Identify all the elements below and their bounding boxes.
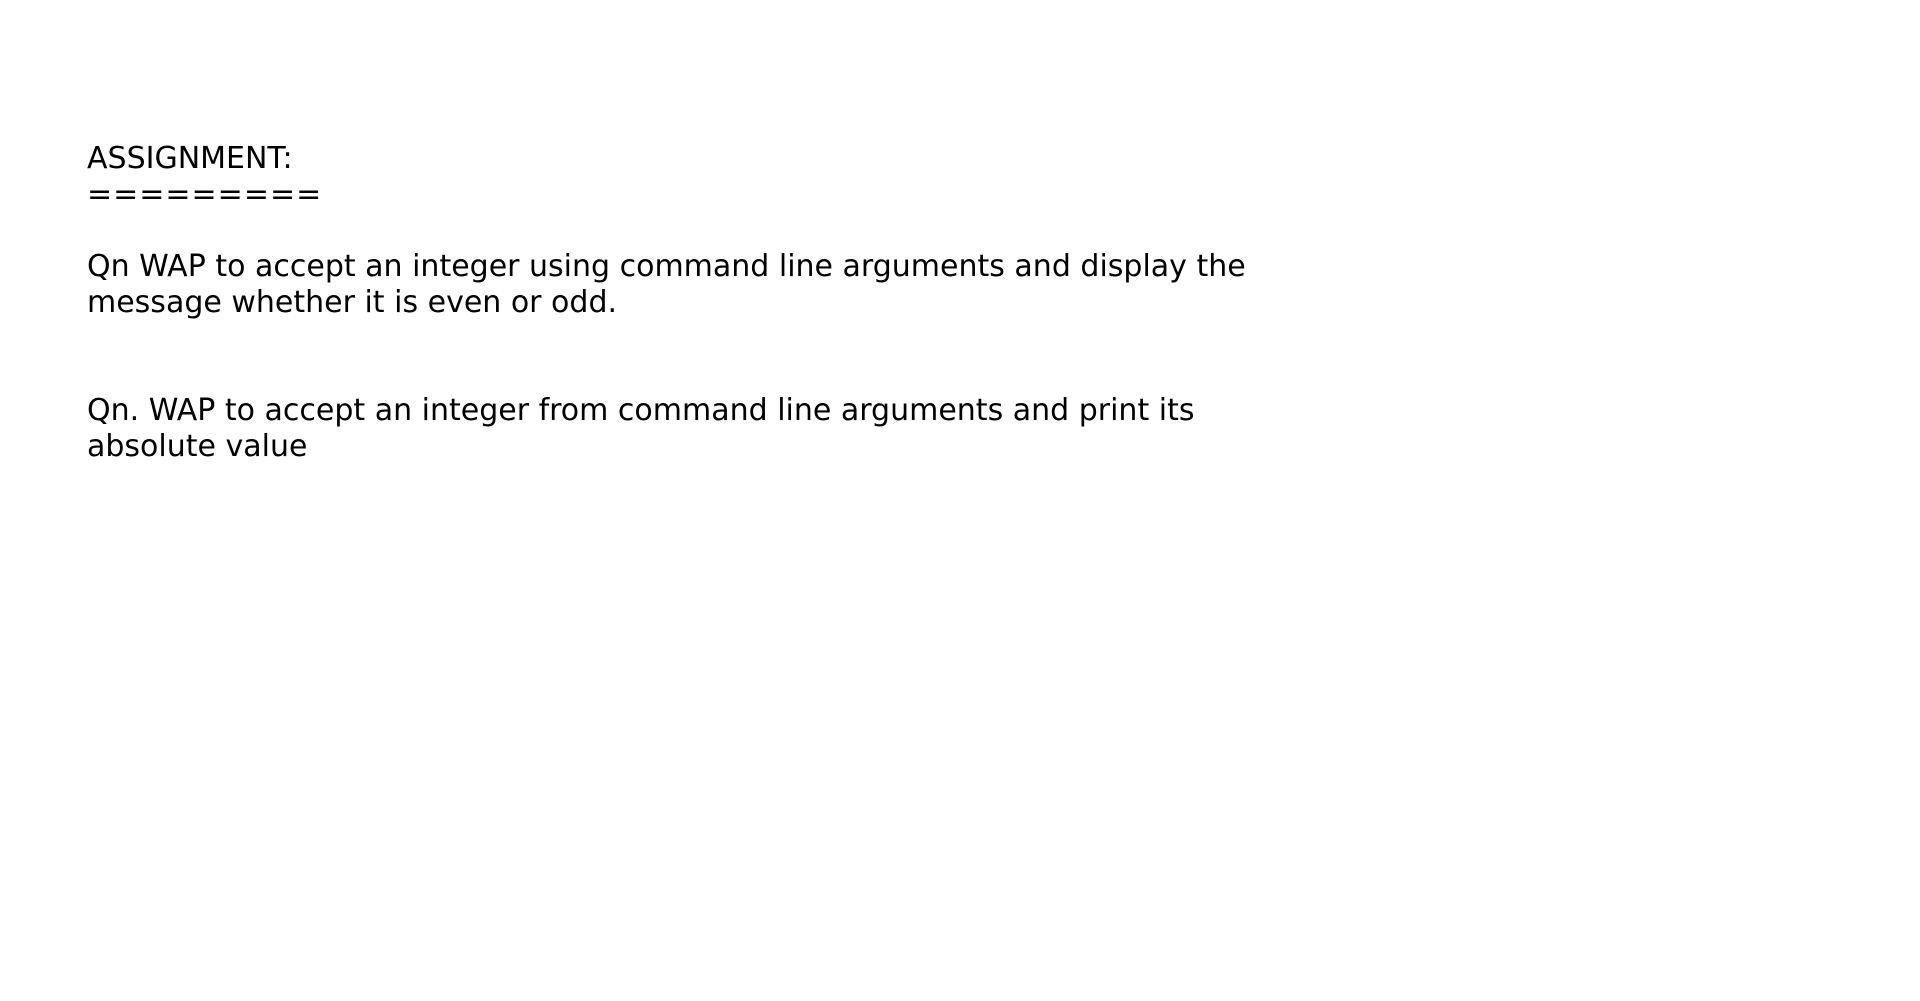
question-1-line-1: Qn WAP to accept an integer using comman…: [87, 249, 1246, 284]
assignment-heading: ASSIGNMENT:: [87, 141, 293, 176]
question-1: Qn WAP to accept an integer using comman…: [87, 249, 1387, 321]
heading-underline: =========: [87, 177, 323, 212]
question-2-line-1: Qn. WAP to accept an integer from comman…: [87, 393, 1195, 428]
question-2-line-2: absolute value: [87, 429, 308, 464]
document-body: ASSIGNMENT: ========= Qn WAP to accept a…: [87, 141, 1387, 465]
question-2: Qn. WAP to accept an integer from comman…: [87, 393, 1387, 465]
question-1-line-2: message whether it is even or odd.: [87, 285, 618, 320]
